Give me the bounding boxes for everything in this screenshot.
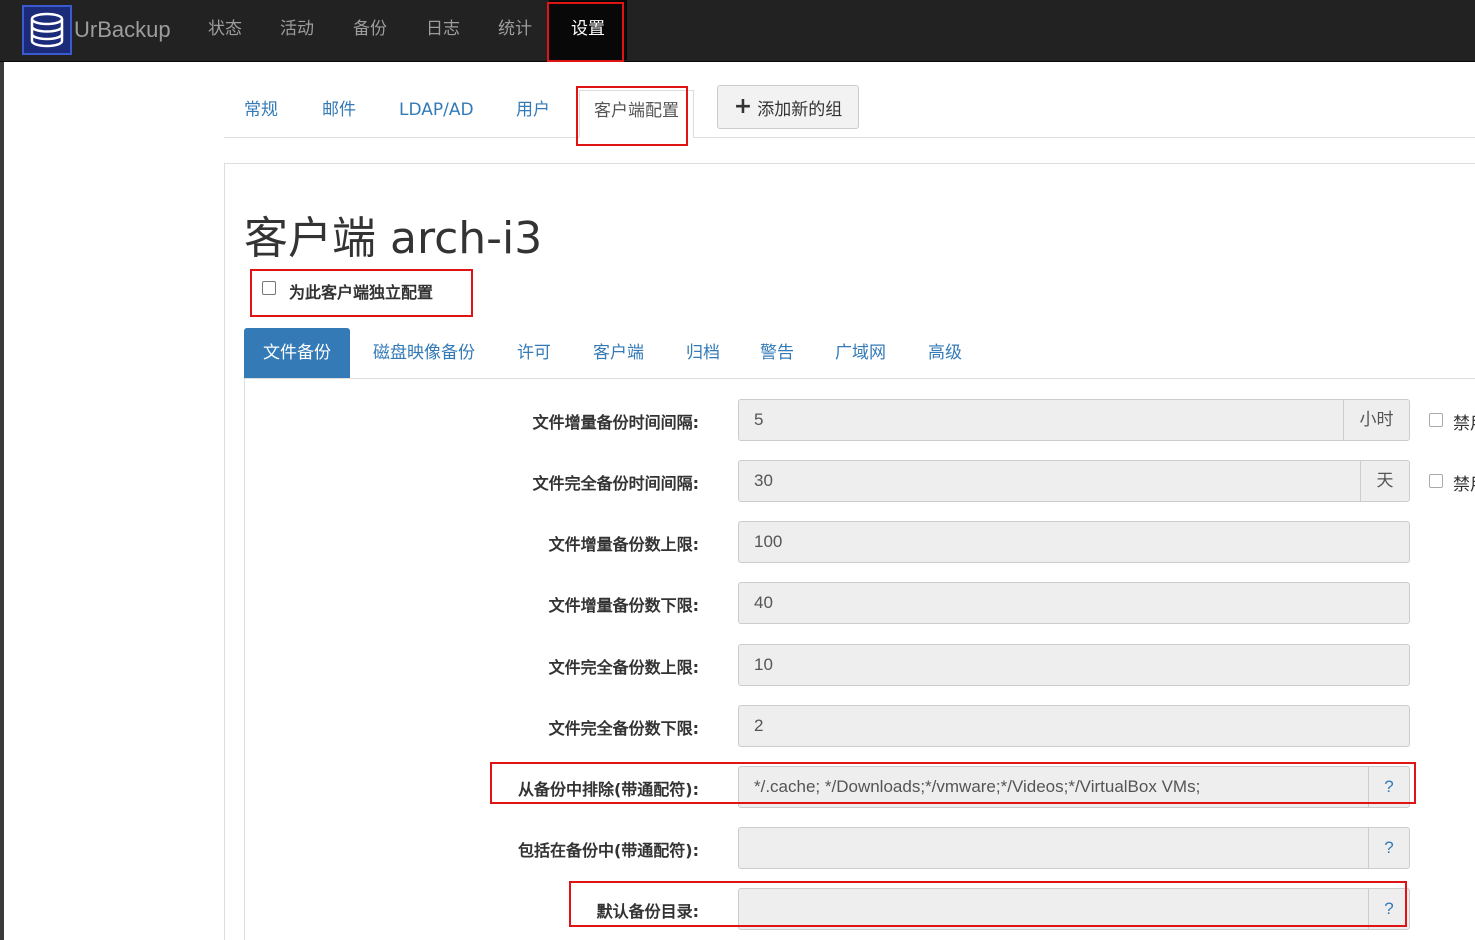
nav-statistics[interactable]: 统计 xyxy=(476,0,554,60)
independent-config-label: 为此客户端独立配置 xyxy=(289,283,434,302)
min-incr-label: 文件增量备份数下限: xyxy=(548,596,699,615)
nav-logs[interactable]: 日志 xyxy=(404,0,482,60)
max-full-label: 文件完全备份数上限: xyxy=(548,658,699,677)
exclude-label: 从备份中排除(带通配符): xyxy=(517,780,699,799)
brand[interactable]: UrBackup xyxy=(22,4,171,56)
nav-logs-label: 日志 xyxy=(426,19,460,39)
nav-activities[interactable]: 活动 xyxy=(258,0,336,60)
disable-full-checkbox[interactable] xyxy=(1429,474,1443,488)
plus-icon: + xyxy=(733,94,753,119)
tab-general[interactable]: 常规 xyxy=(244,90,278,137)
max-full-input[interactable]: 10 xyxy=(738,644,1410,686)
full-interval-input[interactable]: 30 xyxy=(738,460,1361,502)
brand-name: UrBackup xyxy=(74,17,171,42)
tab-client[interactable]: 客户端 xyxy=(593,328,644,378)
default-dirs-label: 默认备份目录: xyxy=(596,902,699,921)
urbackup-page: UrBackup 状态 活动 备份 日志 统计 设置 常规 邮件 LDAP/AD… xyxy=(0,0,1475,940)
add-group-label: 添加新的组 xyxy=(757,99,843,120)
nav-backups[interactable]: 备份 xyxy=(331,0,409,60)
tab-image-backup[interactable]: 磁盘映像备份 xyxy=(373,328,475,378)
nav-activities-label: 活动 xyxy=(280,19,314,39)
tab-alerts[interactable]: 警告 xyxy=(760,328,794,378)
tab-advanced[interactable]: 高级 xyxy=(928,328,962,378)
nav-settings[interactable]: 设置 xyxy=(549,0,627,60)
default-dirs-help-button[interactable]: ? xyxy=(1368,888,1410,930)
default-dirs-input[interactable] xyxy=(738,888,1369,930)
disable-incr-label: 禁用 xyxy=(1453,414,1475,434)
nav-settings-label: 设置 xyxy=(571,19,605,39)
incr-interval-label: 文件增量备份时间间隔: xyxy=(532,413,699,432)
disable-incr-checkbox[interactable] xyxy=(1429,413,1443,427)
exclude-input[interactable]: */.cache; */Downloads;*/vmware;*/Videos;… xyxy=(738,766,1369,808)
independent-config-checkbox[interactable] xyxy=(262,281,276,295)
disable-full-label: 禁用 xyxy=(1453,475,1475,495)
tab-internet[interactable]: 广域网 xyxy=(835,328,886,378)
full-interval-unit: 天 xyxy=(1360,460,1410,502)
nav-statistics-label: 统计 xyxy=(498,19,532,39)
tab-archive[interactable]: 归档 xyxy=(686,328,720,378)
tab-file-backup[interactable]: 文件备份 xyxy=(244,328,350,378)
tab-users[interactable]: 用户 xyxy=(516,90,550,137)
include-label: 包括在备份中(带通配符): xyxy=(517,841,699,860)
incr-interval-input[interactable]: 5 xyxy=(738,399,1344,441)
incr-interval-unit: 小时 xyxy=(1343,399,1410,441)
tab-mail[interactable]: 邮件 xyxy=(322,90,356,137)
settings-tabs-divider xyxy=(224,137,1475,138)
tab-ldap[interactable]: LDAP/AD xyxy=(399,90,474,137)
database-logo-icon xyxy=(22,5,72,55)
add-group-button[interactable]: + 添加新的组 xyxy=(717,85,859,129)
exclude-help-button[interactable]: ? xyxy=(1368,766,1410,808)
include-help-button[interactable]: ? xyxy=(1368,827,1410,869)
max-incr-input[interactable]: 100 xyxy=(738,521,1410,563)
nav-backups-label: 备份 xyxy=(353,19,387,39)
top-navbar: UrBackup 状态 活动 备份 日志 统计 设置 xyxy=(0,0,1475,62)
include-input[interactable] xyxy=(738,827,1369,869)
nav-status[interactable]: 状态 xyxy=(186,0,264,60)
tab-client-config[interactable]: 客户端配置 xyxy=(579,90,694,138)
min-full-label: 文件完全备份数下限: xyxy=(548,719,699,738)
tab-permissions[interactable]: 许可 xyxy=(517,328,551,378)
page-title: 客户端 arch-i3 xyxy=(244,213,543,264)
max-incr-label: 文件增量备份数上限: xyxy=(548,535,699,554)
min-incr-input[interactable]: 40 xyxy=(738,582,1410,624)
full-interval-label: 文件完全备份时间间隔: xyxy=(532,474,699,493)
min-full-input[interactable]: 2 xyxy=(738,705,1410,747)
window-edge xyxy=(0,0,4,940)
nav-status-label: 状态 xyxy=(208,19,242,39)
